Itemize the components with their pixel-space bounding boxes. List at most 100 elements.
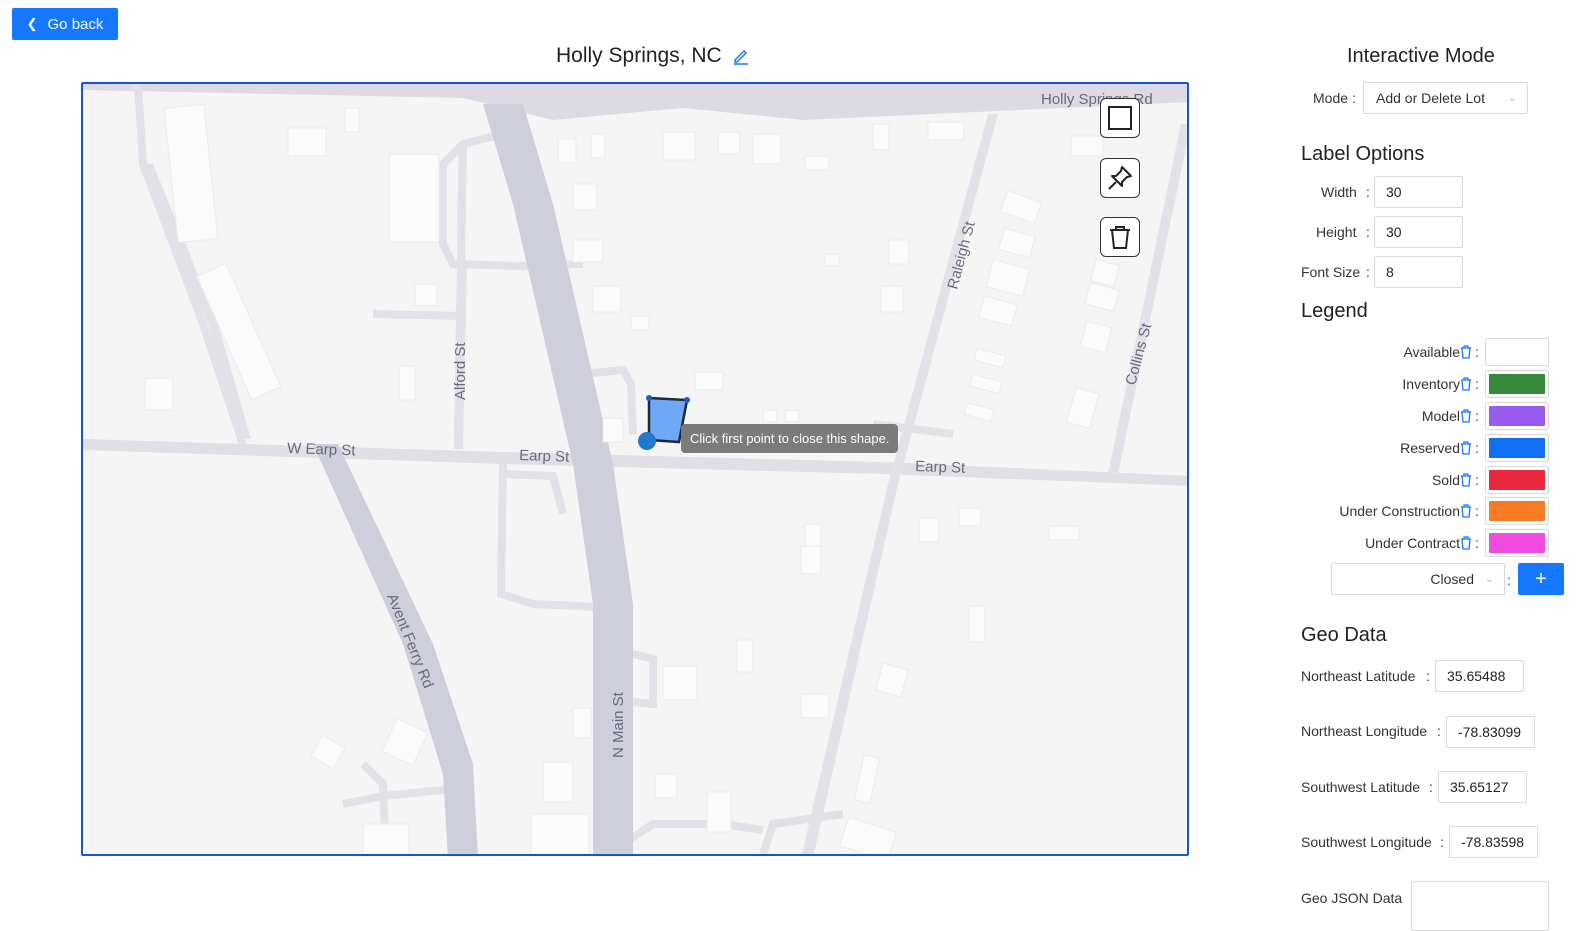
height-label: Height (1316, 224, 1357, 240)
trash-icon[interactable] (1460, 473, 1472, 487)
colon: : (1366, 224, 1370, 240)
legend-row: Under Construction: (1290, 497, 1583, 526)
mode-select-value: Add or Delete Lot (1376, 90, 1485, 106)
colon: : (1475, 440, 1479, 456)
mode-label: Mode (1313, 90, 1349, 106)
color-swatch (1489, 342, 1545, 362)
font-size-input[interactable]: 8 (1374, 256, 1463, 288)
geojson-label: Geo JSON Data (1301, 890, 1403, 906)
go-back-button[interactable]: ❮ Go back (12, 8, 118, 40)
page-title: Holly Springs, NC (556, 44, 722, 67)
map-canvas[interactable]: Holly Springs Rd W Earp St Earp St Earp … (81, 82, 1189, 856)
draw-rectangle-tool[interactable] (1100, 98, 1140, 138)
colon: : (1507, 572, 1511, 588)
colon: : (1475, 376, 1479, 392)
colon: : (1475, 344, 1479, 360)
legend-row: Inventory: (1290, 370, 1583, 399)
edit-icon[interactable] (732, 47, 750, 65)
legend-row: Sold: (1290, 466, 1583, 495)
legend-color-picker[interactable] (1485, 338, 1549, 366)
colon: : (1426, 668, 1430, 684)
color-swatch (1489, 470, 1545, 490)
trash-icon (1110, 226, 1130, 249)
font-size-label: Font Size (1301, 264, 1361, 280)
color-swatch (1489, 374, 1545, 394)
legend-item-label: Sold (1431, 472, 1460, 488)
street-label: W Earp St (287, 440, 357, 459)
ne-lng-label: Northeast Longitude (1301, 723, 1428, 739)
chevron-left-icon: ❮ (26, 16, 38, 31)
chevron-down-icon: ⌄ (1507, 92, 1517, 104)
legend-item-label: Available (1403, 344, 1460, 360)
pin-icon (1108, 166, 1132, 190)
geo-data-title: Geo Data (1301, 624, 1387, 646)
go-back-label: Go back (47, 15, 104, 33)
legend-color-picker[interactable] (1485, 370, 1549, 398)
street-label: Earp St (519, 447, 570, 466)
colon: : (1429, 779, 1433, 795)
color-swatch (1489, 406, 1545, 426)
legend-row: Available: (1290, 338, 1583, 367)
sw-lng-input[interactable]: -78.83598 (1449, 826, 1538, 858)
width-label: Width (1321, 184, 1357, 200)
street-label: Alford St (452, 342, 469, 400)
sw-lat-label: Southwest Latitude (1301, 779, 1421, 795)
status-select-value: Closed (1430, 571, 1474, 587)
legend-item-label: Inventory (1402, 376, 1460, 392)
status-select[interactable]: Closed ⌄ (1331, 563, 1505, 595)
street-label: Earp St (915, 458, 966, 477)
legend-color-picker[interactable] (1485, 497, 1549, 525)
delete-shape-tool[interactable] (1100, 217, 1140, 257)
legend-color-picker[interactable] (1485, 434, 1549, 462)
legend-item-label: Model (1421, 408, 1460, 424)
legend-color-picker[interactable] (1485, 466, 1549, 494)
color-swatch (1489, 533, 1545, 553)
mode-select[interactable]: Add or Delete Lot ⌄ (1363, 82, 1528, 114)
legend-color-picker[interactable] (1485, 402, 1549, 430)
polygon-first-point[interactable] (638, 432, 656, 450)
geojson-textarea[interactable] (1411, 881, 1549, 931)
legend-item-label: Under Contract (1365, 535, 1460, 551)
trash-icon[interactable] (1460, 441, 1472, 455)
title-bar: Holly Springs, NC (556, 44, 750, 68)
colon: : (1475, 535, 1479, 551)
ne-lat-input[interactable]: 35.65488 (1435, 660, 1524, 692)
ne-lng-input[interactable]: -78.83099 (1446, 716, 1535, 748)
color-swatch (1489, 438, 1545, 458)
colon: : (1440, 834, 1444, 850)
street-label: N Main St (610, 691, 627, 758)
label-options-title: Label Options (1301, 143, 1425, 165)
map-base: Holly Springs Rd W Earp St Earp St Earp … (83, 84, 1187, 854)
draw-marker-tool[interactable] (1100, 158, 1140, 198)
legend-color-picker[interactable] (1485, 529, 1549, 557)
ne-lat-label: Northeast Latitude (1301, 668, 1416, 684)
trash-icon[interactable] (1460, 345, 1472, 359)
chevron-down-icon: ⌄ (1484, 573, 1494, 585)
width-input[interactable]: 30 (1374, 176, 1463, 208)
height-input[interactable]: 30 (1374, 216, 1463, 248)
trash-icon[interactable] (1460, 504, 1472, 518)
legend-item-label: Under Construction (1339, 503, 1460, 519)
polygon-vertex[interactable] (646, 395, 652, 401)
colon: : (1352, 90, 1356, 106)
sw-lat-input[interactable]: 35.65127 (1438, 771, 1527, 803)
trash-icon[interactable] (1460, 536, 1472, 550)
map-tooltip: Click first point to close this shape. (681, 424, 899, 453)
colon: : (1366, 264, 1370, 280)
trash-icon[interactable] (1460, 409, 1472, 423)
square-icon (1108, 106, 1132, 130)
colon: : (1475, 503, 1479, 519)
colon: : (1475, 408, 1479, 424)
color-swatch (1489, 501, 1545, 521)
colon: : (1366, 184, 1370, 200)
colon: : (1437, 723, 1441, 739)
legend-row: Reserved: (1290, 434, 1583, 463)
sw-lng-label: Southwest Longitude (1301, 834, 1432, 850)
legend-item-label: Reserved (1400, 440, 1460, 456)
legend-row: Model: (1290, 402, 1583, 431)
legend-row: Under Contract: (1290, 529, 1583, 558)
add-legend-button[interactable]: + (1518, 563, 1564, 595)
colon: : (1475, 472, 1479, 488)
polygon-vertex[interactable] (684, 397, 690, 403)
trash-icon[interactable] (1460, 377, 1472, 391)
